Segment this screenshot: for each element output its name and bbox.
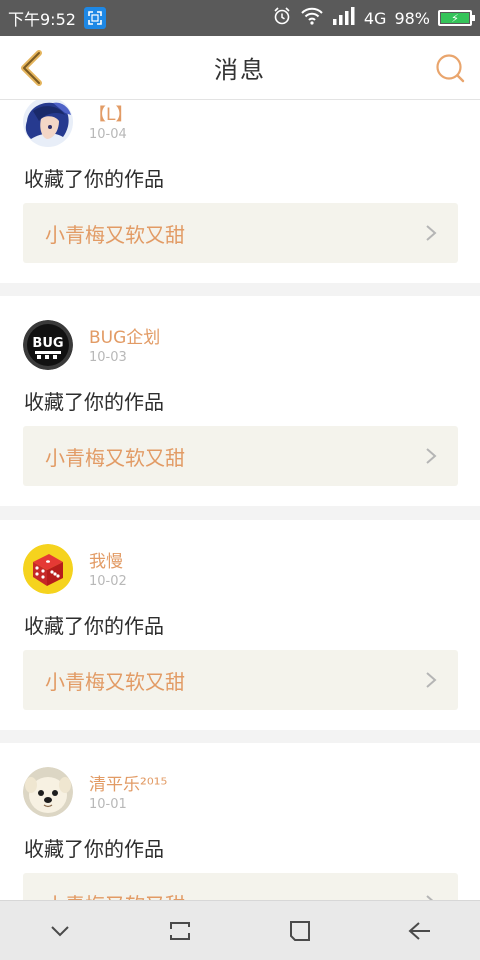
avatar[interactable] <box>23 100 73 147</box>
nav-hide-button[interactable] <box>40 911 80 951</box>
home-icon <box>290 920 310 941</box>
message-card: 我慢 10-02 收藏了你的作品 小青梅又软又甜 <box>0 520 480 730</box>
status-time: 下午9:52 <box>8 10 76 29</box>
battery-percentage: 98% <box>394 8 430 28</box>
search-icon <box>436 54 465 83</box>
search-button[interactable] <box>432 50 468 86</box>
work-link[interactable]: 小青梅又软又甜 <box>23 426 458 486</box>
header-bar: 消息 <box>0 36 480 100</box>
username[interactable]: BUG企划 <box>89 323 160 348</box>
recent-apps-icon <box>170 921 190 940</box>
alarm-icon <box>272 6 292 30</box>
work-title: 小青梅又软又甜 <box>45 222 185 247</box>
screenshot-icon <box>83 7 106 29</box>
battery-icon: ⚡ <box>438 10 475 26</box>
nav-home-button[interactable] <box>280 911 320 951</box>
avatar-text: BUG <box>32 336 63 351</box>
avatar[interactable] <box>23 767 73 817</box>
nav-recent-button[interactable] <box>160 911 200 951</box>
message-card: 清平乐²⁰¹⁵ 10-01 收藏了你的作品 小青梅又软又甜 <box>0 743 480 900</box>
message-card: 【L】 10-04 收藏了你的作品 小青梅又软又甜 <box>0 100 480 283</box>
message-date: 10-02 <box>89 574 127 589</box>
work-link[interactable]: 小青梅又软又甜 <box>23 203 458 263</box>
chevron-right-icon <box>426 225 437 241</box>
message-date: 10-01 <box>89 797 127 812</box>
back-chevron-icon <box>21 50 42 86</box>
chevron-right-icon <box>426 895 434 900</box>
message-date: 10-03 <box>89 350 127 365</box>
username[interactable]: 清平乐²⁰¹⁵ <box>89 770 167 795</box>
chevron-right-icon <box>426 448 437 464</box>
back-arrow-icon <box>408 921 430 940</box>
message-text: 收藏了你的作品 <box>24 167 164 191</box>
message-text: 收藏了你的作品 <box>24 390 164 414</box>
message-card: BUG BUG企划 10-03 收藏了你的作品 小青梅又软又甜 <box>0 296 480 506</box>
work-title: 小青梅又软又甜 <box>45 445 185 470</box>
work-link[interactable]: 小青梅又软又甜 <box>23 650 458 710</box>
message-date: 10-04 <box>89 127 127 142</box>
username[interactable]: 我慢 <box>89 547 123 572</box>
system-navigation-bar <box>0 900 480 960</box>
wifi-icon <box>300 6 324 30</box>
network-type: 4G <box>363 8 387 28</box>
chevron-right-icon <box>426 672 437 688</box>
message-list[interactable]: 【L】 10-04 收藏了你的作品 小青梅又软又甜 BUG BUG企划 10-0… <box>0 100 480 900</box>
nav-back-button[interactable] <box>400 911 440 951</box>
back-button[interactable] <box>14 50 50 86</box>
message-text: 收藏了你的作品 <box>24 614 164 638</box>
avatar[interactable]: BUG <box>23 320 73 370</box>
signal-icon <box>332 6 356 30</box>
username[interactable]: 【L】 <box>89 100 132 125</box>
avatar[interactable] <box>23 544 73 594</box>
work-link[interactable]: 小青梅又软又甜 <box>23 873 458 900</box>
chevron-down-icon <box>51 925 69 936</box>
status-bar: 下午9:52 4G 98% ⚡ <box>0 0 480 36</box>
page-title: 消息 <box>214 56 266 84</box>
work-title: 小青梅又软又甜 <box>45 889 185 901</box>
message-text: 收藏了你的作品 <box>24 837 164 861</box>
work-title: 小青梅又软又甜 <box>45 669 185 694</box>
